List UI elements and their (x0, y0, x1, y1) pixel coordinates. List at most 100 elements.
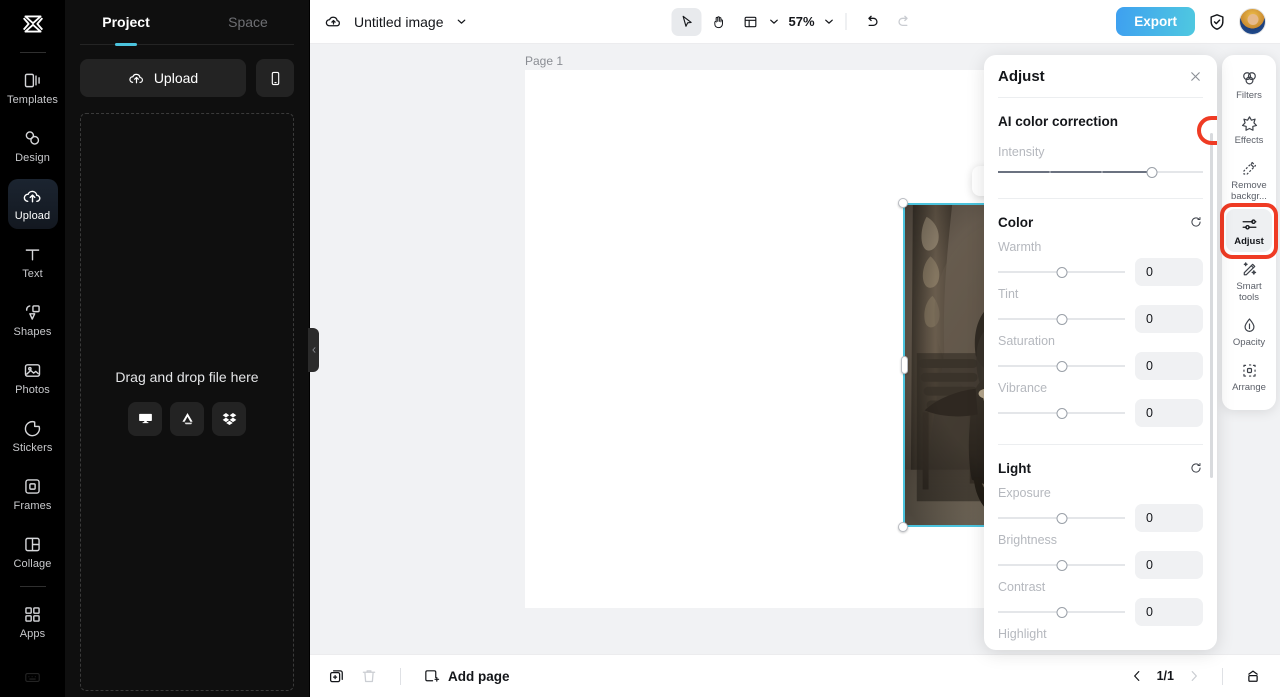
warmth-value-input[interactable]: 0 (1135, 258, 1203, 286)
tool-label: Opacity (1232, 337, 1266, 348)
add-page-button[interactable]: Add page (423, 668, 510, 685)
prev-page-button[interactable] (1130, 669, 1144, 683)
file-dropzone[interactable]: Drag and drop file here (80, 113, 294, 691)
sidebar-item-design[interactable]: Design (8, 121, 58, 171)
contrast-row: 0 (998, 598, 1203, 626)
slider-knob[interactable] (1146, 166, 1158, 178)
sidebar-item-frames[interactable]: Frames (8, 469, 58, 519)
tool-filters[interactable]: Filters (1226, 63, 1272, 106)
tool-effects[interactable]: Effects (1226, 108, 1272, 151)
chevron-down-icon[interactable] (455, 15, 468, 28)
exposure-value-input[interactable]: 0 (1135, 504, 1203, 532)
tab-space[interactable]: Space (187, 0, 309, 44)
sidebar-item-label: Upload (14, 210, 51, 222)
vibrance-slider[interactable] (998, 404, 1125, 422)
vibrance-row: 0 (998, 399, 1203, 427)
hand-icon (714, 15, 723, 28)
source-dropbox-button[interactable] (212, 401, 246, 436)
sidebar-item-collage[interactable]: Collage (8, 527, 58, 577)
highlight-control: Highlight (998, 626, 1203, 641)
tool-opacity[interactable]: Opacity (1226, 310, 1272, 353)
redo-button[interactable] (889, 8, 919, 36)
warmth-slider[interactable] (998, 263, 1125, 281)
contrast-label: Contrast (998, 580, 1046, 594)
adjust-panel-body[interactable]: AI color correction Intensity Color Warm… (984, 98, 1217, 650)
document-title-group[interactable]: Untitled image (324, 12, 468, 31)
shield-check-icon[interactable] (1207, 12, 1227, 32)
sidebar-item-apps[interactable]: Apps (8, 597, 58, 647)
tool-remove-background[interactable]: Remove backgr... (1226, 153, 1272, 207)
contrast-value-input[interactable]: 0 (1135, 598, 1203, 626)
exposure-slider[interactable] (998, 509, 1125, 527)
saturation-slider[interactable] (998, 357, 1125, 375)
avatar[interactable] (1239, 8, 1266, 35)
next-page-button[interactable] (1187, 669, 1201, 683)
slider-knob[interactable] (1056, 512, 1067, 524)
adjust-sliders-icon (1242, 219, 1256, 230)
cloud-save-icon (325, 16, 340, 27)
select-tool-button[interactable] (671, 7, 702, 36)
upload-button[interactable]: Upload (80, 59, 246, 97)
undo-button[interactable] (857, 8, 887, 36)
brightness-value-input[interactable]: 0 (1135, 551, 1203, 579)
remove-background-icon (1242, 161, 1256, 175)
sidebar-item-templates[interactable]: Templates (7, 63, 58, 113)
tool-label: Filters (1236, 90, 1262, 101)
sidebar-item-stickers[interactable]: Stickers (8, 411, 58, 461)
slider-knob[interactable] (1056, 559, 1067, 571)
source-computer-button[interactable] (128, 401, 162, 436)
zoom-chevron-down-icon[interactable] (823, 15, 836, 28)
reset-circular-arrow-icon (1191, 216, 1201, 227)
tool-adjust[interactable]: Adjust (1220, 203, 1278, 259)
source-google-drive-button[interactable] (170, 401, 204, 436)
tool-smart-tools[interactable]: Smart tools (1226, 254, 1272, 308)
sidebar-item-shapes[interactable]: Shapes (8, 295, 58, 345)
light-section-title: Light (998, 460, 1031, 476)
hand-tool-button[interactable] (703, 8, 733, 36)
sidebar-item-text[interactable]: Text (8, 237, 58, 287)
duplicate-page-button[interactable] (328, 667, 346, 685)
collapse-panel-handle[interactable] (308, 328, 319, 372)
slider-knob[interactable] (1056, 407, 1067, 419)
sidebar-item-photos[interactable]: Photos (8, 353, 58, 403)
saturation-value-input[interactable]: 0 (1135, 352, 1203, 380)
light-section-reset-button[interactable] (1189, 461, 1203, 475)
contrast-slider[interactable] (998, 603, 1125, 621)
brightness-slider[interactable] (998, 556, 1125, 574)
capcut-logo-icon[interactable] (20, 11, 46, 42)
vibrance-value-input[interactable]: 0 (1135, 399, 1203, 427)
export-button[interactable]: Export (1116, 7, 1195, 36)
slider-knob[interactable] (1056, 606, 1067, 618)
tool-label: Arrange (1232, 382, 1266, 393)
redo-arrow-icon (897, 15, 908, 27)
sidebar-item-upload[interactable]: Upload (7, 179, 58, 229)
tool-arrange[interactable]: Arrange (1226, 355, 1272, 398)
tab-project[interactable]: Project (65, 0, 187, 44)
color-section-reset-button[interactable] (1189, 215, 1203, 229)
sidebar-item-label: Collage (13, 558, 52, 570)
tint-control: Tint 0 (998, 286, 1203, 333)
chevron-left-icon (1133, 671, 1139, 681)
layout-chevron-down-icon[interactable] (767, 15, 780, 28)
resize-handle-top-left[interactable] (898, 198, 908, 208)
intensity-slider[interactable] (998, 163, 1203, 181)
rail-divider-bottom (19, 586, 46, 587)
slider-knob[interactable] (1056, 313, 1067, 325)
section-divider (998, 444, 1203, 445)
reset-circular-arrow-icon (1191, 462, 1201, 473)
resize-handle-left[interactable] (901, 356, 908, 374)
warmth-row: 0 (998, 258, 1203, 286)
slider-knob[interactable] (1056, 266, 1067, 278)
keyboard-shortcuts-icon[interactable] (0, 668, 65, 687)
adjust-panel-scrollbar[interactable] (1209, 133, 1213, 478)
slider-knob[interactable] (1056, 360, 1067, 372)
resize-handle-bottom-left[interactable] (898, 522, 908, 532)
tint-slider[interactable] (998, 310, 1125, 328)
canvas-page[interactable] (525, 70, 1120, 608)
close-panel-button[interactable] (1188, 69, 1203, 84)
layout-tool-button[interactable] (735, 8, 765, 36)
pages-panel-button[interactable] (1244, 667, 1262, 685)
tint-value-input[interactable]: 0 (1135, 305, 1203, 333)
mobile-upload-button[interactable] (256, 59, 294, 97)
delete-page-button[interactable] (360, 667, 378, 685)
